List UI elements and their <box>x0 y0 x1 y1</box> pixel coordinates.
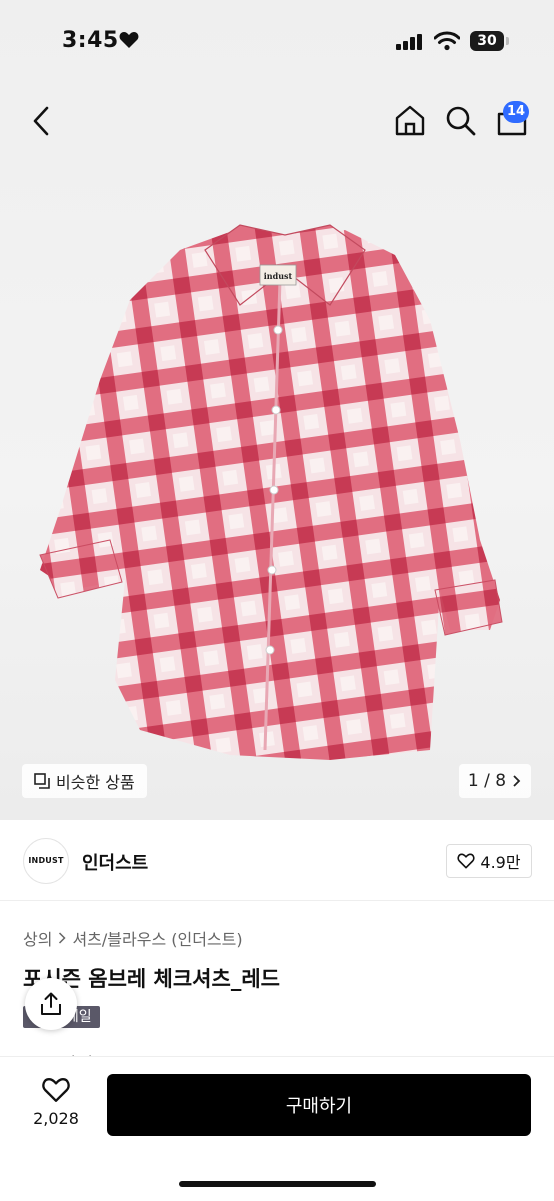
brand-row[interactable]: INDUST 인더스트 4.9만 <box>0 820 554 901</box>
similar-icon <box>34 773 50 789</box>
brand-like-count: 4.9만 <box>480 853 521 872</box>
share-icon <box>41 992 61 1015</box>
wishlist-count: 2,028 <box>33 1109 79 1128</box>
brand-name[interactable]: 인더스트 <box>82 849 148 875</box>
breadcrumb-item[interactable]: 셔츠/블라우스 (인더스트) <box>72 926 242 950</box>
share-button[interactable] <box>25 978 77 1030</box>
chevron-right-icon <box>59 932 67 944</box>
battery-icon: 30 <box>470 31 504 51</box>
similar-products-label: 비슷한 상품 <box>56 773 135 792</box>
product-image: indust <box>39 224 503 760</box>
brand-like-button[interactable]: 4.9만 <box>446 844 532 878</box>
home-icon[interactable] <box>393 103 427 137</box>
breadcrumb-item[interactable]: 상의 <box>23 926 52 950</box>
heart-icon <box>42 1078 70 1102</box>
back-icon[interactable] <box>28 104 58 138</box>
buy-button[interactable]: 구매하기 <box>107 1074 531 1136</box>
status-bar: 3:45 30 <box>0 0 554 80</box>
pager-text: 1 / 8 <box>467 771 507 791</box>
cellular-signal-icon <box>396 34 422 50</box>
image-pager[interactable]: 1 / 8 <box>459 764 531 798</box>
chevron-right-icon <box>513 775 521 787</box>
wifi-icon <box>434 31 460 51</box>
bottom-action-bar: 2,028 구매하기 <box>0 1056 554 1201</box>
search-icon[interactable] <box>445 105 477 137</box>
breadcrumb: 상의 셔츠/블라우스 (인더스트) <box>23 926 243 950</box>
status-time: 3:45 <box>62 28 119 53</box>
cart-count-badge: 14 <box>503 101 529 123</box>
shirt-label: indust <box>264 271 293 281</box>
heart-icon <box>457 853 475 869</box>
battery-nub <box>506 37 509 45</box>
home-indicator <box>179 1181 376 1187</box>
similar-products-button[interactable]: 비슷한 상품 <box>22 764 147 798</box>
wishlist-button[interactable]: 2,028 <box>30 1077 82 1128</box>
brand-logo[interactable]: INDUST <box>23 838 69 884</box>
heart-status-icon <box>119 32 139 48</box>
